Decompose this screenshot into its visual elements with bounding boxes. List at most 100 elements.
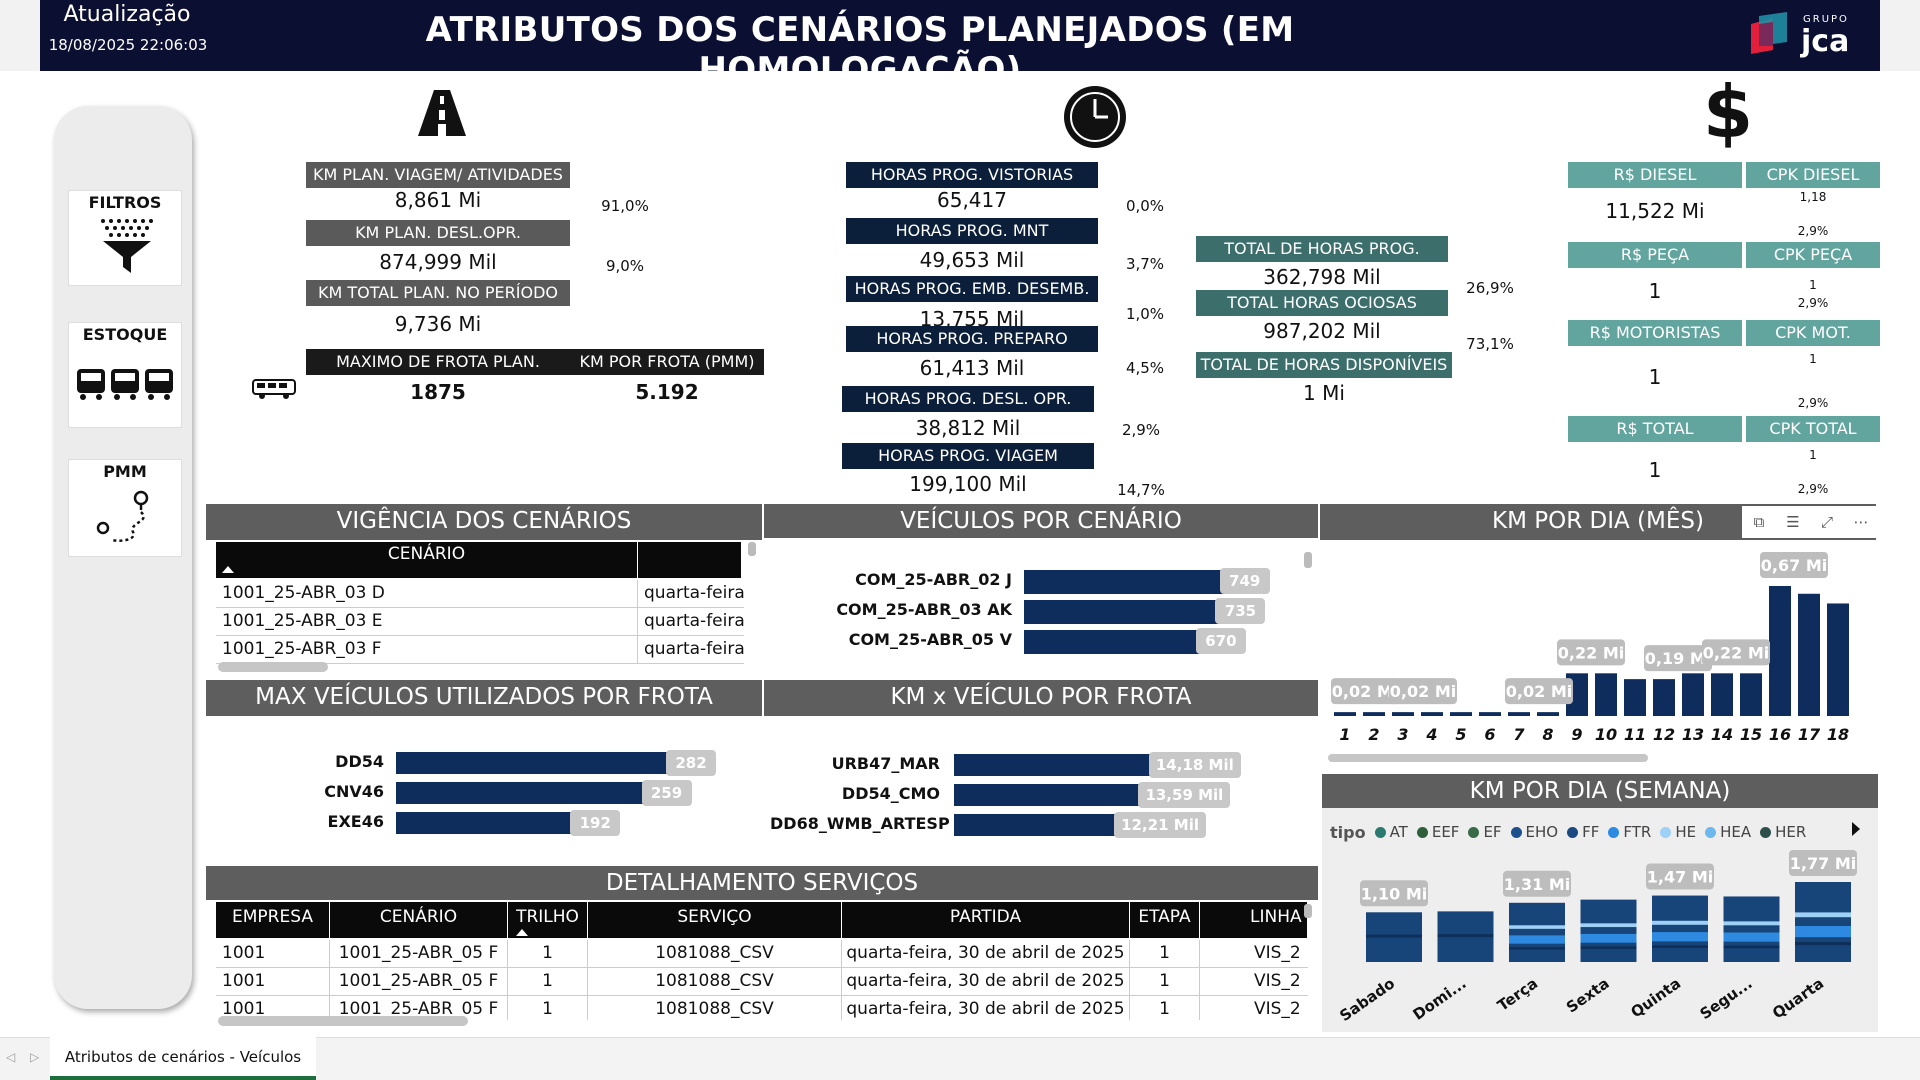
cell-partida: quarta-feira, 30 de abril de 2025 <box>842 968 1130 996</box>
detalhamento-rows: 1001 1001_25-ABR_05 F 1 1081088_CSV quar… <box>216 940 1308 1020</box>
filter-icon[interactable]: ☰ <box>1776 506 1810 538</box>
month-bar[interactable] <box>1653 679 1675 716</box>
table-row[interactable]: 1001_25-ABR_03 F quarta-feira <box>216 636 744 664</box>
page-tab-atributos[interactable]: Atributos de cenários - Veículos <box>50 1037 316 1080</box>
pmm-button[interactable]: PMM <box>68 459 182 557</box>
estoque-button[interactable]: ESTOQUE <box>68 322 182 428</box>
col-partida[interactable]: PARTIDA <box>842 902 1130 938</box>
km-dia-mes-chart: 1 2 3 4 5 6 7 8 9 10 11 12 13 14 15 16 17 180,02 Mi0,02 M… <box>1331 552 1849 744</box>
month-bar[interactable] <box>1334 712 1356 716</box>
month-bar[interactable] <box>1595 673 1617 716</box>
table-row[interactable]: 1001 1001_25-ABR_05 F 1 1081088_CSV quar… <box>216 968 1308 996</box>
month-bar[interactable] <box>1740 673 1762 716</box>
month-bar[interactable] <box>1827 603 1849 716</box>
legend-item[interactable]: FTR <box>1608 823 1651 841</box>
detalhamento-hscroll[interactable] <box>218 1016 468 1026</box>
col-empresa[interactable]: EMPRESA <box>216 902 330 938</box>
legend-item[interactable]: EEF <box>1416 823 1459 841</box>
week-bar[interactable] <box>1580 899 1637 962</box>
company-logo: GRUPO jca <box>1745 10 1860 60</box>
hbar-value-label: 259 <box>641 780 692 806</box>
hbar[interactable] <box>396 782 672 804</box>
filtros-button[interactable]: FILTROS <box>68 190 182 286</box>
col-trilho[interactable]: TRILHO <box>508 902 588 938</box>
hbar[interactable] <box>1024 600 1246 624</box>
month-data-label: 0,22 Mi <box>1558 643 1624 662</box>
month-bar[interactable] <box>1769 586 1791 716</box>
week-bar[interactable] <box>1509 902 1565 962</box>
month-tick-label: 5 <box>1455 725 1466 744</box>
legend-next-icon[interactable] <box>1852 822 1860 836</box>
tab-next-icon[interactable]: ▷ <box>30 1050 39 1064</box>
km-desl-value: 874,999 Mil <box>306 246 570 278</box>
week-bar-segment <box>1652 920 1708 925</box>
week-tick-label: Terça <box>1494 974 1541 1014</box>
max-veiculos-title: MAX VEÍCULOS UTILIZADOS POR FROTA <box>206 680 762 716</box>
logo-mark-icon <box>1751 12 1787 54</box>
month-bar[interactable] <box>1479 712 1501 716</box>
vigencia-vscroll[interactable] <box>748 542 756 556</box>
week-bar-segment <box>1795 942 1851 946</box>
col-cenario[interactable]: CENÁRIO <box>330 902 508 938</box>
tab-prev-icon[interactable]: ◁ <box>6 1050 15 1064</box>
month-bar[interactable] <box>1711 673 1733 716</box>
col-trilho-label: TRILHO <box>516 907 579 927</box>
week-bar-segment <box>1580 923 1637 928</box>
legend-item[interactable]: AT <box>1374 823 1408 841</box>
week-bar[interactable] <box>1795 882 1851 962</box>
detalhamento-title: DETALHAMENTO SERVIÇOS <box>206 866 1318 900</box>
copy-icon[interactable]: ⧉ <box>1742 506 1776 538</box>
cell-trilho: 1 <box>508 968 588 996</box>
legend-item[interactable]: HER <box>1760 823 1806 841</box>
cpk-peca-pct: 2,9% <box>1746 296 1880 312</box>
month-bar[interactable] <box>1798 593 1820 716</box>
legend-item[interactable]: HE <box>1660 823 1696 841</box>
week-data-label: 1,10 Mi <box>1361 884 1427 903</box>
month-tick-label: 6 <box>1484 725 1495 744</box>
dollar-icon: $ <box>1702 70 1754 154</box>
col-linha[interactable]: LINHA <box>1200 902 1308 938</box>
update-date: 18/08/2025 22:06:03 <box>48 36 208 54</box>
month-bar[interactable] <box>1363 712 1385 716</box>
month-bar[interactable] <box>1508 712 1530 716</box>
legend-item[interactable]: HEA <box>1705 823 1751 841</box>
table-row[interactable]: 1001_25-ABR_03 E quarta-feira <box>216 608 744 636</box>
month-bar[interactable] <box>1624 679 1646 716</box>
cell-servico: 1081088_CSV <box>588 996 842 1020</box>
legend-label: FTR <box>1623 823 1652 841</box>
cpk-diesel-value: 1,18 <box>1746 190 1880 210</box>
month-bar[interactable] <box>1682 673 1704 716</box>
month-tick-label: 18 <box>1827 725 1849 744</box>
table-row[interactable]: 1001_25-ABR_03 D quarta-feira <box>216 580 744 608</box>
month-bar[interactable] <box>1392 712 1414 716</box>
legend-item[interactable]: EHO <box>1510 823 1558 841</box>
col-servico[interactable]: SERVIÇO <box>588 902 842 938</box>
legend-item[interactable]: FF <box>1567 823 1599 841</box>
week-bar[interactable] <box>1723 896 1780 962</box>
hbar-value-label: 670 <box>1195 628 1246 654</box>
hbar-label: DD54_CMO <box>841 784 940 803</box>
month-bar[interactable] <box>1450 712 1472 716</box>
veiculos-cenario-vscroll[interactable] <box>1304 552 1312 568</box>
detalhamento-vscroll[interactable] <box>1304 904 1312 918</box>
focus-mode-icon[interactable]: ⤢ <box>1810 506 1844 538</box>
month-bar[interactable] <box>1421 712 1443 716</box>
month-tick-label: 11 <box>1624 725 1646 744</box>
vigencia-hscroll[interactable] <box>218 662 328 672</box>
vigencia-header-dia[interactable] <box>638 542 742 578</box>
cpk-peca-value: 1 <box>1746 278 1880 294</box>
km-dia-semana-chart: Sabado Domi... Terça Sexta Quinta Segu... Quar… <box>1336 850 1857 1025</box>
month-data-label: 0,02 Mi <box>1506 682 1572 701</box>
horas-mnt-pct: 3,7% <box>1110 246 1180 282</box>
col-etapa[interactable]: ETAPA <box>1130 902 1200 938</box>
km-viagem-value: 8,861 Mi <box>306 188 570 216</box>
vigencia-header-cenario[interactable]: CENÁRIO <box>216 542 638 578</box>
km-dia-mes-hscroll[interactable] <box>1328 754 1648 762</box>
week-bar[interactable] <box>1652 895 1708 962</box>
table-row[interactable]: 1001 1001_25-ABR_05 F 1 1081088_CSV quar… <box>216 940 1308 968</box>
month-bar[interactable] <box>1537 712 1559 716</box>
legend-item[interactable]: EF <box>1468 823 1502 841</box>
more-options-icon[interactable]: ⋯ <box>1844 506 1878 538</box>
hbar[interactable] <box>396 752 696 774</box>
hbar[interactable] <box>1024 570 1250 594</box>
